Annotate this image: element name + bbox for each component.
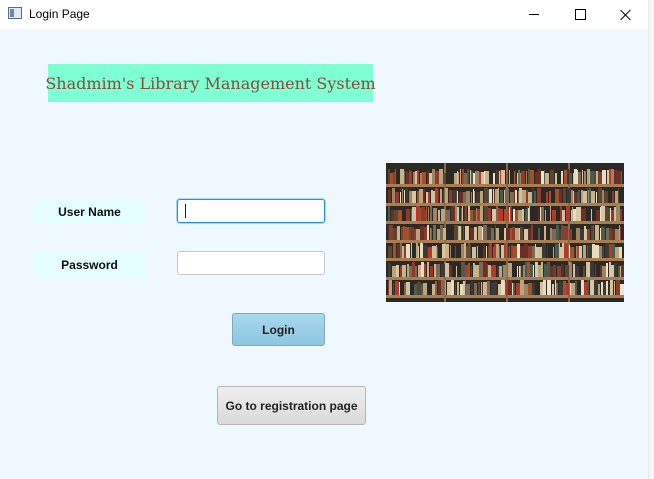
window-edge <box>648 0 654 479</box>
password-field[interactable] <box>177 251 325 275</box>
login-panel: Shadmim's Library Management System User… <box>0 29 648 479</box>
login-button[interactable]: Login <box>232 313 325 346</box>
title-bar: Login Page <box>0 0 648 29</box>
window-title: Login Page <box>29 7 90 21</box>
library-bookshelf-image <box>386 163 624 302</box>
app-title: Shadmim's Library Management System <box>45 73 376 93</box>
maximize-icon <box>574 9 586 20</box>
close-button[interactable] <box>603 0 649 29</box>
app-banner: Shadmim's Library Management System <box>45 64 376 102</box>
close-icon <box>620 9 632 21</box>
username-field[interactable] <box>177 199 325 223</box>
maximize-button[interactable] <box>557 0 603 29</box>
text-caret <box>185 204 186 218</box>
password-label: Password <box>33 252 146 277</box>
minimize-icon <box>529 14 539 15</box>
username-label: User Name <box>33 199 146 224</box>
minimize-button[interactable] <box>511 0 557 29</box>
go-to-registration-button[interactable]: Go to registration page <box>217 386 366 425</box>
window-app-icon <box>8 7 22 19</box>
